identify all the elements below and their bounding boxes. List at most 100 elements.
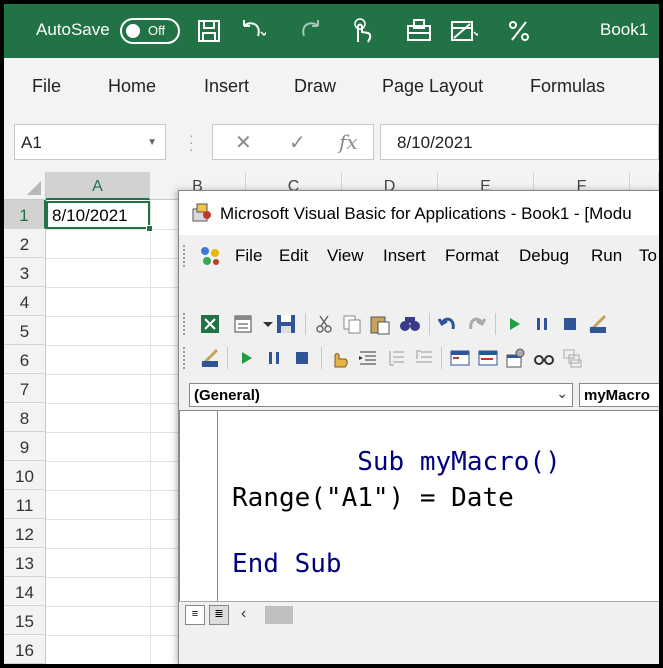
row-header-9[interactable]: 9	[4, 432, 46, 461]
autosave-label: AutoSave	[36, 20, 110, 39]
cut-icon[interactable]	[313, 313, 335, 335]
check-icon[interactable]: ✓	[289, 130, 306, 155]
toggle-state-label: Off	[148, 23, 166, 38]
object-combo-value: (General)	[194, 387, 260, 404]
cancel-icon[interactable]: ✕	[235, 130, 252, 155]
code-line-2: Range("A1") = Date	[232, 483, 514, 513]
fill-handle[interactable]	[146, 225, 153, 232]
menu-debug[interactable]: Debug	[519, 246, 569, 266]
menu-insert[interactable]: Insert	[383, 246, 426, 266]
procedure-view-button[interactable]: ≡	[185, 605, 205, 625]
run-icon[interactable]	[235, 347, 257, 369]
menu-run[interactable]: Run	[591, 246, 622, 266]
undo-icon[interactable]	[236, 16, 268, 46]
row-header-8[interactable]: 8	[4, 403, 46, 432]
call-stack-icon[interactable]	[561, 347, 583, 369]
chevron-down-icon[interactable]	[257, 313, 273, 335]
project-icon[interactable]	[197, 243, 223, 269]
copy-icon[interactable]	[341, 313, 363, 335]
cell-a1[interactable]: 8/10/2021	[46, 201, 153, 232]
touch-mode-icon[interactable]	[346, 16, 376, 46]
chevron-down-icon: ▼	[147, 137, 157, 148]
quick-watch-icon[interactable]	[533, 347, 555, 369]
row-header-1[interactable]: 1	[4, 200, 46, 229]
code-margin[interactable]	[180, 411, 218, 601]
pause-icon[interactable]	[531, 313, 553, 335]
autosave-toggle[interactable]: Off	[120, 18, 180, 44]
ribbon-tabs: File Home Insert Draw Page Layout Formul…	[4, 58, 659, 114]
paste-icon[interactable]	[369, 313, 391, 335]
insert-function-button[interactable]: fx	[339, 130, 358, 154]
name-box[interactable]: A1 ▼	[14, 124, 166, 160]
redo-icon[interactable]	[296, 16, 326, 46]
toggle-knob	[126, 24, 140, 38]
step-out-icon[interactable]	[413, 347, 435, 369]
vba-menu-bar: File Edit View Insert Format Debug Run T…	[179, 235, 659, 277]
excel-icon[interactable]	[199, 313, 221, 335]
vba-window-title: Microsoft Visual Basic for Applications …	[220, 204, 632, 223]
locals-window-icon[interactable]	[449, 347, 471, 369]
menu-tools[interactable]: To	[639, 246, 657, 266]
tab-formulas[interactable]: Formulas	[530, 76, 605, 97]
design-mode-icon[interactable]	[199, 347, 221, 369]
watch-window-icon[interactable]	[505, 347, 527, 369]
row-header-13[interactable]: 13	[4, 548, 46, 577]
row-header-16[interactable]: 16	[4, 635, 46, 664]
formula-input[interactable]: 8/10/2021	[380, 124, 659, 160]
step-into-icon[interactable]	[357, 347, 379, 369]
menu-edit[interactable]: Edit	[279, 246, 308, 266]
tab-draw[interactable]: Draw	[294, 76, 336, 97]
stop-icon[interactable]	[559, 313, 581, 335]
row-header-6[interactable]: 6	[4, 345, 46, 374]
tab-home[interactable]: Home	[108, 76, 156, 97]
row-header-3[interactable]: 3	[4, 258, 46, 287]
row-header-5[interactable]: 5	[4, 316, 46, 345]
title-bar: AutoSave Off Book1	[4, 4, 659, 58]
procedure-combo[interactable]: myMacro	[579, 383, 659, 407]
insert-module-icon[interactable]	[233, 313, 255, 335]
step-over-icon[interactable]	[385, 347, 407, 369]
row-header-11[interactable]: 11	[4, 490, 46, 519]
select-all-corner[interactable]	[4, 172, 46, 200]
tab-insert[interactable]: Insert	[204, 76, 249, 97]
immediate-window-icon[interactable]	[477, 347, 499, 369]
pause-icon[interactable]	[263, 347, 285, 369]
full-module-view-button[interactable]: ≣	[209, 605, 229, 625]
run-icon[interactable]	[503, 313, 525, 335]
object-combo[interactable]: (General) ⌄	[189, 383, 573, 407]
code-window[interactable]: Sub myMacro() Range("A1") = Date End Sub	[179, 411, 659, 601]
save-icon[interactable]	[194, 16, 224, 46]
sub-name: myMacro()	[404, 447, 561, 477]
tab-page-layout[interactable]: Page Layout	[382, 76, 483, 97]
row-header-12[interactable]: 12	[4, 519, 46, 548]
horizontal-scrollbar-thumb[interactable]	[265, 606, 293, 624]
redo-icon[interactable]	[465, 313, 487, 335]
menu-format[interactable]: Format	[445, 246, 499, 266]
scroll-left-icon[interactable]: ‹	[241, 605, 246, 623]
undo-icon[interactable]	[437, 313, 459, 335]
row-header-2[interactable]: 2	[4, 229, 46, 258]
toggle-breakpoint-icon[interactable]	[329, 347, 351, 369]
design-mode-icon[interactable]	[587, 313, 609, 335]
code-combos: (General) ⌄ myMacro	[179, 377, 659, 411]
splitter-handle[interactable]: · · ·	[189, 128, 194, 156]
stop-icon[interactable]	[291, 347, 313, 369]
menu-view[interactable]: View	[327, 246, 364, 266]
cell-a1-value: 8/10/2021	[52, 206, 128, 225]
find-icon[interactable]	[399, 313, 421, 335]
table-icon[interactable]	[448, 16, 481, 46]
row-header-14[interactable]: 14	[4, 577, 46, 606]
tab-file[interactable]: File	[32, 76, 61, 97]
row-header-4[interactable]: 4	[4, 287, 46, 316]
formula-value: 8/10/2021	[397, 133, 473, 152]
row-header-7[interactable]: 7	[4, 374, 46, 403]
menu-file[interactable]: File	[235, 246, 262, 266]
row-header-15[interactable]: 15	[4, 606, 46, 635]
column-header-a[interactable]: A	[46, 172, 150, 200]
form-icon[interactable]	[404, 16, 434, 46]
vba-title-bar[interactable]: Microsoft Visual Basic for Applications …	[179, 191, 659, 235]
percent-icon[interactable]	[504, 16, 534, 46]
save-icon[interactable]	[275, 313, 297, 335]
name-box-value: A1	[21, 133, 42, 152]
row-header-10[interactable]: 10	[4, 461, 46, 490]
